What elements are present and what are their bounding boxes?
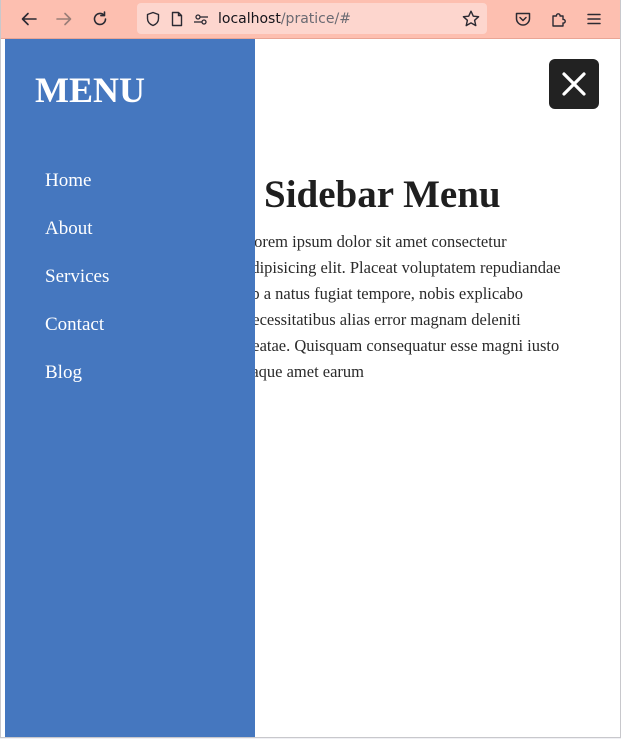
page-icon <box>169 11 185 27</box>
sidebar-link-blog[interactable]: Blog <box>45 362 82 383</box>
sidebar-item-about: About <box>45 217 109 265</box>
shield-icon[interactable] <box>145 11 161 27</box>
reload-button[interactable] <box>85 4 115 34</box>
forward-button[interactable] <box>49 4 79 34</box>
page-paragraph: Lorem ipsum dolor sit amet consectetur a… <box>244 232 561 381</box>
pocket-button[interactable] <box>508 4 538 34</box>
forward-icon <box>56 12 72 26</box>
browser-window: localhost/pratice/# Sidebar Menu Lorem i… <box>0 0 621 738</box>
site-permissions-icon[interactable] <box>193 11 209 27</box>
sidebar-link-contact[interactable]: Contact <box>45 314 104 335</box>
sidebar-title: MENU <box>35 70 145 110</box>
back-button[interactable] <box>14 4 44 34</box>
url-text[interactable]: localhost/pratice/# <box>218 11 351 27</box>
menu-icon <box>587 13 601 25</box>
pocket-icon <box>515 12 531 26</box>
reload-icon <box>93 11 107 26</box>
back-icon <box>21 12 37 26</box>
bookmark-star-icon[interactable] <box>461 9 481 29</box>
sidebar-item-services: Services <box>45 265 109 313</box>
close-icon <box>562 72 586 96</box>
menu-button[interactable] <box>579 4 609 34</box>
sidebar-link-services[interactable]: Services <box>45 266 109 287</box>
sidebar-item-blog: Blog <box>45 361 109 409</box>
close-button[interactable] <box>549 59 599 109</box>
extensions-icon <box>552 13 566 27</box>
sidebar: MENU Home About Services Contact Blog <box>5 39 255 737</box>
page-title: Sidebar Menu <box>264 173 501 216</box>
url-host: localhost <box>218 10 281 27</box>
page-viewport: Sidebar Menu Lorem ipsum dolor sit amet … <box>1 39 620 737</box>
sidebar-nav: Home About Services Contact Blog <box>45 169 109 409</box>
sidebar-link-home[interactable]: Home <box>45 170 91 191</box>
sidebar-link-about[interactable]: About <box>45 218 93 239</box>
sidebar-item-home: Home <box>45 169 109 217</box>
address-bar[interactable]: localhost/pratice/# <box>137 3 487 34</box>
url-path: /pratice/# <box>280 10 351 27</box>
browser-toolbar: localhost/pratice/# <box>1 0 620 39</box>
extensions-button[interactable] <box>544 4 574 34</box>
sidebar-item-contact: Contact <box>45 313 109 361</box>
